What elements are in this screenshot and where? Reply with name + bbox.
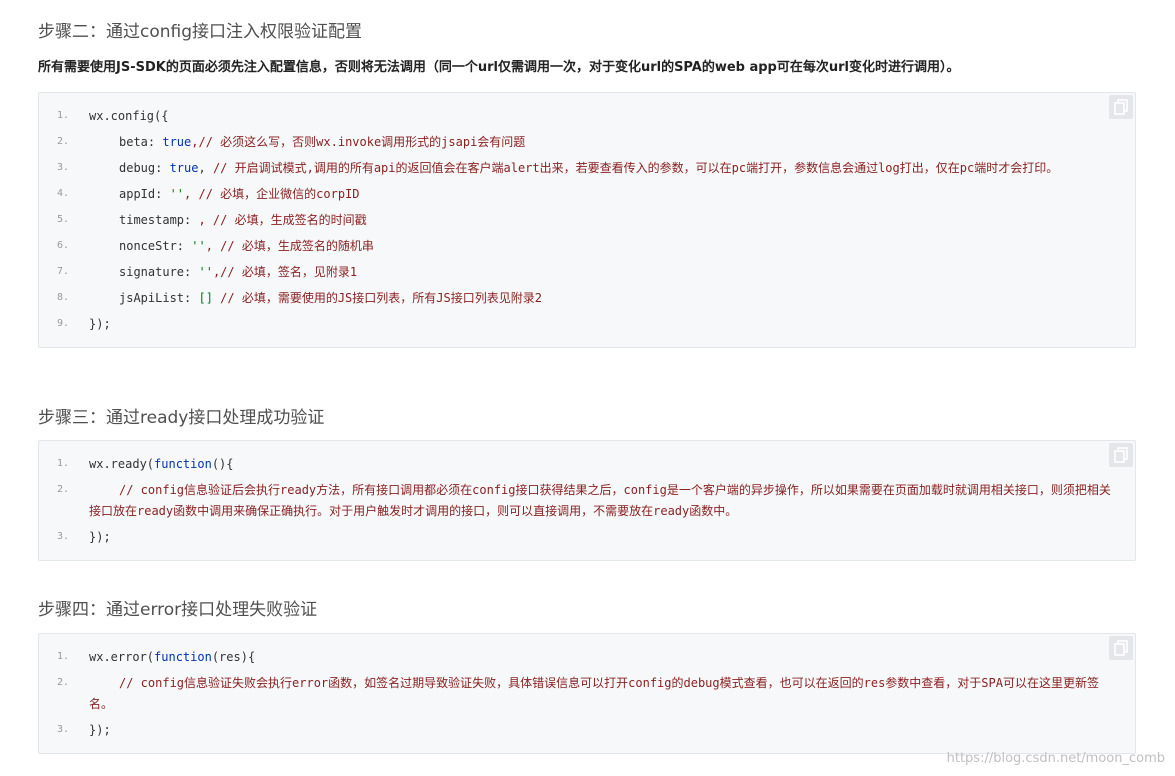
step2-heading: 步骤二：通过config接口注入权限验证配置 — [38, 22, 363, 42]
line-number: 3. — [56, 162, 69, 173]
code-line: 5. timestamp: , // 必填，生成签名的时间戳 — [39, 207, 1121, 233]
code-comment: // config信息验证后会执行ready方法，所有接口调用都必须在confi… — [89, 483, 1111, 518]
code-key: beta: — [119, 135, 163, 149]
line-number: 7. — [56, 266, 69, 277]
line-number: 1. — [56, 458, 69, 469]
code-keyword: function — [154, 457, 212, 471]
line-number: 2. — [56, 677, 69, 688]
code-key: jsApiList: — [119, 291, 199, 305]
code-comment: // 必填，需要使用的JS接口列表，所有JS接口列表见附录2 — [212, 291, 542, 305]
code-comment: // config信息验证失败会执行error函数，如签名过期导致验证失败，具体… — [89, 676, 1099, 711]
code-text: timestamp: , // 必填，生成签名的时间戳 — [89, 207, 1121, 233]
code-text: signature: '',// 必填，签名，见附录1 — [89, 259, 1121, 285]
code-string: [] — [198, 291, 213, 305]
code-text: nonceStr: '', // 必填，生成签名的随机串 — [89, 233, 1121, 259]
code-line: 2. beta: true,// 必须这么写，否则wx.invoke调用形式的j… — [39, 129, 1121, 155]
code-block-error: 1. wx.error(function(res){ 2. // config信… — [38, 633, 1136, 754]
line-number: 6. — [56, 240, 69, 251]
code-line: 3. }); — [39, 717, 1121, 743]
code-text: debug: true, // 开启调试模式,调用的所有api的返回值会在客户端… — [89, 155, 1121, 181]
copy-icon — [1114, 447, 1128, 463]
code-punct: , — [198, 161, 213, 175]
code-text: wx.error(function(res){ — [89, 644, 1121, 670]
code-text: // config信息验证失败会执行error函数，如签名过期导致验证失败，具体… — [89, 670, 1121, 717]
code-comment: ,// 必填，签名，见附录1 — [212, 265, 358, 279]
code-call: wx.ready( — [89, 457, 155, 471]
line-number: 9. — [56, 318, 69, 329]
code-line: 3. debug: true, // 开启调试模式,调用的所有api的返回值会在… — [39, 155, 1121, 181]
code-comment: ,// 必须这么写，否则wx.invoke调用形式的jsapi会有问题 — [191, 135, 526, 149]
code-keyword: true — [169, 161, 199, 175]
code-line: 7. signature: '',// 必填，签名，见附录1 — [39, 259, 1121, 285]
copy-button[interactable] — [1109, 636, 1133, 660]
code-key: timestamp: — [119, 213, 199, 227]
code-text: wx.config({ — [89, 109, 169, 123]
code-keyword: function — [154, 650, 212, 664]
code-line: 1. wx.error(function(res){ — [39, 644, 1121, 670]
copy-button[interactable] — [1109, 443, 1133, 467]
code-line: 1. wx.config({ — [39, 103, 1121, 129]
copy-icon — [1114, 99, 1128, 115]
step4-heading: 步骤四：通过error接口处理失败验证 — [38, 600, 318, 620]
code-punct: (){ — [211, 457, 234, 471]
code-line: 3. }); — [39, 524, 1121, 550]
code-line: 8. jsApiList: [] // 必填，需要使用的JS接口列表，所有JS接… — [39, 285, 1121, 311]
code-keyword: true — [162, 135, 192, 149]
code-text: }); — [89, 317, 111, 331]
code-text: appId: '', // 必填，企业微信的corpID — [89, 181, 1121, 207]
code-line: 6. nonceStr: '', // 必填，生成签名的随机串 — [39, 233, 1121, 259]
line-number: 1. — [56, 110, 69, 121]
code-block-config: 1. wx.config({ 2. beta: true,// 必须这么写，否则… — [38, 92, 1136, 348]
step3-heading: 步骤三：通过ready接口处理成功验证 — [38, 408, 325, 428]
code-key: debug: — [119, 161, 170, 175]
code-comment: , // 必填，企业微信的corpID — [184, 187, 360, 201]
line-number: 3. — [56, 724, 69, 735]
code-comment: // 开启调试模式,调用的所有api的返回值会在客户端alert出来，若要查看传… — [212, 161, 1059, 175]
code-string: '' — [198, 265, 213, 279]
code-call: wx.error( — [89, 650, 155, 664]
code-text: }); — [89, 530, 111, 544]
line-number: 2. — [56, 136, 69, 147]
code-key: signature: — [119, 265, 199, 279]
line-number: 4. — [56, 188, 69, 199]
copy-button[interactable] — [1109, 95, 1133, 119]
code-line: 2. // config信息验证后会执行ready方法，所有接口调用都必须在co… — [39, 477, 1121, 524]
code-line: 2. // config信息验证失败会执行error函数，如签名过期导致验证失败… — [39, 670, 1121, 717]
code-text: wx.ready(function(){ — [89, 451, 1121, 477]
code-comment: , // 必填，生成签名的随机串 — [205, 239, 374, 253]
code-text: }); — [89, 723, 111, 737]
line-number: 3. — [56, 531, 69, 542]
code-line: 9. }); — [39, 311, 1121, 337]
code-text: beta: true,// 必须这么写，否则wx.invoke调用形式的jsap… — [89, 129, 1121, 155]
line-number: 2. — [56, 484, 69, 495]
code-key: appId: — [119, 187, 170, 201]
code-comment: , // 必填，生成签名的时间戳 — [198, 213, 367, 227]
code-key: nonceStr: — [119, 239, 192, 253]
code-text: // config信息验证后会执行ready方法，所有接口调用都必须在confi… — [89, 477, 1121, 524]
line-number: 8. — [56, 292, 69, 303]
code-punct: (res){ — [211, 650, 256, 664]
line-number: 5. — [56, 214, 69, 225]
step2-lead: 所有需要使用JS-SDK的页面必须先注入配置信息，否则将无法调用（同一个url仅… — [38, 60, 960, 75]
watermark: https://blog.csdn.net/moon_comb — [946, 751, 1165, 766]
code-line: 1. wx.ready(function(){ — [39, 451, 1121, 477]
code-text: jsApiList: [] // 必填，需要使用的JS接口列表，所有JS接口列表… — [89, 285, 1121, 311]
code-block-ready: 1. wx.ready(function(){ 2. // config信息验证… — [38, 440, 1136, 561]
code-string: '' — [191, 239, 206, 253]
line-number: 1. — [56, 651, 69, 662]
code-string: '' — [169, 187, 185, 201]
copy-icon — [1114, 640, 1128, 656]
code-line: 4. appId: '', // 必填，企业微信的corpID — [39, 181, 1121, 207]
